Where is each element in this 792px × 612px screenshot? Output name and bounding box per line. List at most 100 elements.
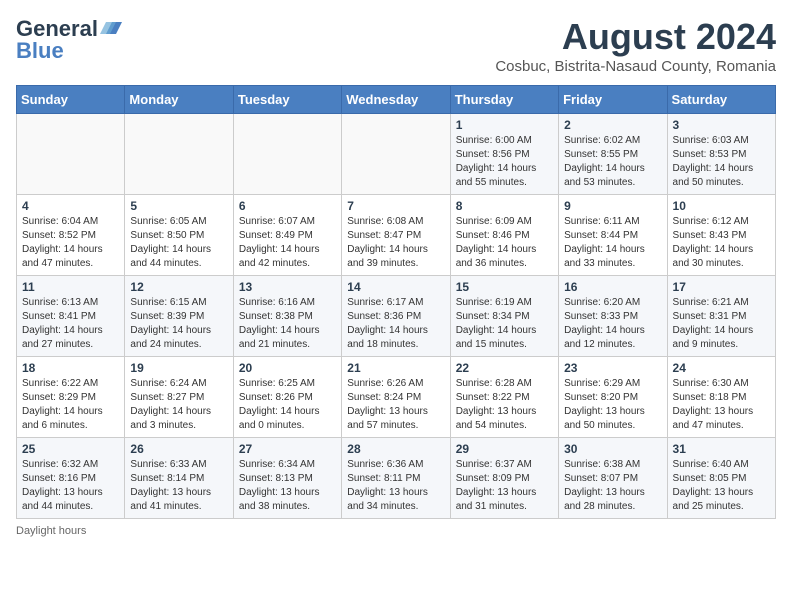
day-info: Sunrise: 6:28 AM Sunset: 8:22 PM Dayligh… bbox=[456, 377, 553, 433]
day-header-saturday: Saturday bbox=[667, 86, 775, 114]
day-info: Sunrise: 6:03 AM Sunset: 8:53 PM Dayligh… bbox=[673, 134, 770, 190]
day-info: Sunrise: 6:34 AM Sunset: 8:13 PM Dayligh… bbox=[239, 458, 336, 514]
day-header-monday: Monday bbox=[125, 86, 233, 114]
calendar-cell: 17 Sunrise: 6:21 AM Sunset: 8:31 PM Dayli… bbox=[667, 276, 775, 357]
day-number: 26 bbox=[130, 442, 227, 456]
day-info: Sunrise: 6:20 AM Sunset: 8:33 PM Dayligh… bbox=[564, 296, 661, 352]
day-number: 31 bbox=[673, 442, 770, 456]
day-info: Sunrise: 6:17 AM Sunset: 8:36 PM Dayligh… bbox=[347, 296, 444, 352]
logo-icon bbox=[100, 16, 122, 38]
calendar-cell: 12 Sunrise: 6:15 AM Sunset: 8:39 PM Dayli… bbox=[125, 276, 233, 357]
day-number: 19 bbox=[130, 361, 227, 375]
calendar-week-4: 18 Sunrise: 6:22 AM Sunset: 8:29 PM Dayli… bbox=[17, 357, 776, 438]
calendar-cell: 21 Sunrise: 6:26 AM Sunset: 8:24 PM Dayli… bbox=[342, 357, 450, 438]
day-info: Sunrise: 6:38 AM Sunset: 8:07 PM Dayligh… bbox=[564, 458, 661, 514]
day-info: Sunrise: 6:19 AM Sunset: 8:34 PM Dayligh… bbox=[456, 296, 553, 352]
day-info: Sunrise: 6:25 AM Sunset: 8:26 PM Dayligh… bbox=[239, 377, 336, 433]
calendar-cell: 23 Sunrise: 6:29 AM Sunset: 8:20 PM Dayli… bbox=[559, 357, 667, 438]
calendar-cell: 20 Sunrise: 6:25 AM Sunset: 8:26 PM Dayli… bbox=[233, 357, 341, 438]
calendar-cell: 10 Sunrise: 6:12 AM Sunset: 8:43 PM Dayli… bbox=[667, 195, 775, 276]
header: General Blue August 2024 Cosbuc, Bistrit… bbox=[16, 16, 776, 75]
calendar-cell: 3Sunrise: 6:03 AM Sunset: 8:53 PM Daylig… bbox=[667, 114, 775, 195]
day-info: Sunrise: 6:09 AM Sunset: 8:46 PM Dayligh… bbox=[456, 215, 553, 271]
calendar-cell: 18 Sunrise: 6:22 AM Sunset: 8:29 PM Dayli… bbox=[17, 357, 125, 438]
day-info: Sunrise: 6:15 AM Sunset: 8:39 PM Dayligh… bbox=[130, 296, 227, 352]
calendar-cell: 6 Sunrise: 6:07 AM Sunset: 8:49 PM Daylig… bbox=[233, 195, 341, 276]
day-number: 4 bbox=[22, 199, 119, 213]
day-number: 10 bbox=[673, 199, 770, 213]
calendar-cell: 16 Sunrise: 6:20 AM Sunset: 8:33 PM Dayli… bbox=[559, 276, 667, 357]
logo-blue: Blue bbox=[16, 38, 64, 64]
day-info: Sunrise: 6:30 AM Sunset: 8:18 PM Dayligh… bbox=[673, 377, 770, 433]
calendar-cell: 9Sunrise: 6:11 AM Sunset: 8:44 PM Daylig… bbox=[559, 195, 667, 276]
day-info: Sunrise: 6:11 AM Sunset: 8:44 PM Dayligh… bbox=[564, 215, 661, 271]
day-number: 25 bbox=[22, 442, 119, 456]
calendar-cell: 14Sunrise: 6:17 AM Sunset: 8:36 PM Dayli… bbox=[342, 276, 450, 357]
calendar: SundayMondayTuesdayWednesdayThursdayFrid… bbox=[16, 85, 776, 519]
day-info: Sunrise: 6:05 AM Sunset: 8:50 PM Dayligh… bbox=[130, 215, 227, 271]
day-number: 27 bbox=[239, 442, 336, 456]
day-info: Sunrise: 6:26 AM Sunset: 8:24 PM Dayligh… bbox=[347, 377, 444, 433]
day-info: Sunrise: 6:36 AM Sunset: 8:11 PM Dayligh… bbox=[347, 458, 444, 514]
day-number: 23 bbox=[564, 361, 661, 375]
calendar-cell: 8Sunrise: 6:09 AM Sunset: 8:46 PM Daylig… bbox=[450, 195, 558, 276]
calendar-cell: 5 Sunrise: 6:05 AM Sunset: 8:50 PM Daylig… bbox=[125, 195, 233, 276]
day-number: 11 bbox=[22, 280, 119, 294]
day-number: 1 bbox=[456, 118, 553, 132]
day-number: 13 bbox=[239, 280, 336, 294]
day-number: 12 bbox=[130, 280, 227, 294]
day-info: Sunrise: 6:00 AM Sunset: 8:56 PM Dayligh… bbox=[456, 134, 553, 190]
calendar-cell: 19 Sunrise: 6:24 AM Sunset: 8:27 PM Dayli… bbox=[125, 357, 233, 438]
calendar-cell: 4 Sunrise: 6:04 AM Sunset: 8:52 PM Daylig… bbox=[17, 195, 125, 276]
day-number: 6 bbox=[239, 199, 336, 213]
calendar-cell: 1 Sunrise: 6:00 AM Sunset: 8:56 PM Daylig… bbox=[450, 114, 558, 195]
day-number: 22 bbox=[456, 361, 553, 375]
day-info: Sunrise: 6:12 AM Sunset: 8:43 PM Dayligh… bbox=[673, 215, 770, 271]
day-info: Sunrise: 6:37 AM Sunset: 8:09 PM Dayligh… bbox=[456, 458, 553, 514]
calendar-cell bbox=[342, 114, 450, 195]
title-area: August 2024 Cosbuc, Bistrita-Nasaud Coun… bbox=[495, 16, 776, 75]
calendar-cell: 15Sunrise: 6:19 AM Sunset: 8:34 PM Dayli… bbox=[450, 276, 558, 357]
day-info: Sunrise: 6:32 AM Sunset: 8:16 PM Dayligh… bbox=[22, 458, 119, 514]
calendar-cell: 2Sunrise: 6:02 AM Sunset: 8:55 PM Daylig… bbox=[559, 114, 667, 195]
calendar-cell bbox=[17, 114, 125, 195]
day-header-wednesday: Wednesday bbox=[342, 86, 450, 114]
day-number: 5 bbox=[130, 199, 227, 213]
calendar-week-3: 11 Sunrise: 6:13 AM Sunset: 8:41 PM Dayli… bbox=[17, 276, 776, 357]
month-year: August 2024 bbox=[495, 16, 776, 58]
day-number: 16 bbox=[564, 280, 661, 294]
calendar-cell: 29Sunrise: 6:37 AM Sunset: 8:09 PM Dayli… bbox=[450, 438, 558, 519]
calendar-week-1: 1 Sunrise: 6:00 AM Sunset: 8:56 PM Daylig… bbox=[17, 114, 776, 195]
calendar-cell: 26Sunrise: 6:33 AM Sunset: 8:14 PM Dayli… bbox=[125, 438, 233, 519]
day-info: Sunrise: 6:13 AM Sunset: 8:41 PM Dayligh… bbox=[22, 296, 119, 352]
calendar-week-5: 25 Sunrise: 6:32 AM Sunset: 8:16 PM Dayli… bbox=[17, 438, 776, 519]
calendar-body: 1 Sunrise: 6:00 AM Sunset: 8:56 PM Daylig… bbox=[17, 114, 776, 519]
calendar-cell: 22 Sunrise: 6:28 AM Sunset: 8:22 PM Dayli… bbox=[450, 357, 558, 438]
day-number: 20 bbox=[239, 361, 336, 375]
day-info: Sunrise: 6:29 AM Sunset: 8:20 PM Dayligh… bbox=[564, 377, 661, 433]
calendar-cell bbox=[233, 114, 341, 195]
day-info: Sunrise: 6:40 AM Sunset: 8:05 PM Dayligh… bbox=[673, 458, 770, 514]
calendar-cell: 31 Sunrise: 6:40 AM Sunset: 8:05 PM Dayli… bbox=[667, 438, 775, 519]
daylight-label: Daylight hours bbox=[16, 525, 86, 537]
day-number: 21 bbox=[347, 361, 444, 375]
day-number: 24 bbox=[673, 361, 770, 375]
calendar-cell bbox=[125, 114, 233, 195]
day-info: Sunrise: 6:21 AM Sunset: 8:31 PM Dayligh… bbox=[673, 296, 770, 352]
day-number: 18 bbox=[22, 361, 119, 375]
calendar-cell: 11 Sunrise: 6:13 AM Sunset: 8:41 PM Dayli… bbox=[17, 276, 125, 357]
day-number: 17 bbox=[673, 280, 770, 294]
calendar-cell: 24 Sunrise: 6:30 AM Sunset: 8:18 PM Dayli… bbox=[667, 357, 775, 438]
day-number: 28 bbox=[347, 442, 444, 456]
day-header-tuesday: Tuesday bbox=[233, 86, 341, 114]
day-info: Sunrise: 6:24 AM Sunset: 8:27 PM Dayligh… bbox=[130, 377, 227, 433]
day-info: Sunrise: 6:22 AM Sunset: 8:29 PM Dayligh… bbox=[22, 377, 119, 433]
day-info: Sunrise: 6:07 AM Sunset: 8:49 PM Dayligh… bbox=[239, 215, 336, 271]
day-info: Sunrise: 6:04 AM Sunset: 8:52 PM Dayligh… bbox=[22, 215, 119, 271]
day-info: Sunrise: 6:08 AM Sunset: 8:47 PM Dayligh… bbox=[347, 215, 444, 271]
footer-note: Daylight hours bbox=[16, 525, 776, 537]
calendar-cell: 30Sunrise: 6:38 AM Sunset: 8:07 PM Dayli… bbox=[559, 438, 667, 519]
day-header-friday: Friday bbox=[559, 86, 667, 114]
logo: General Blue bbox=[16, 16, 122, 64]
day-info: Sunrise: 6:16 AM Sunset: 8:38 PM Dayligh… bbox=[239, 296, 336, 352]
